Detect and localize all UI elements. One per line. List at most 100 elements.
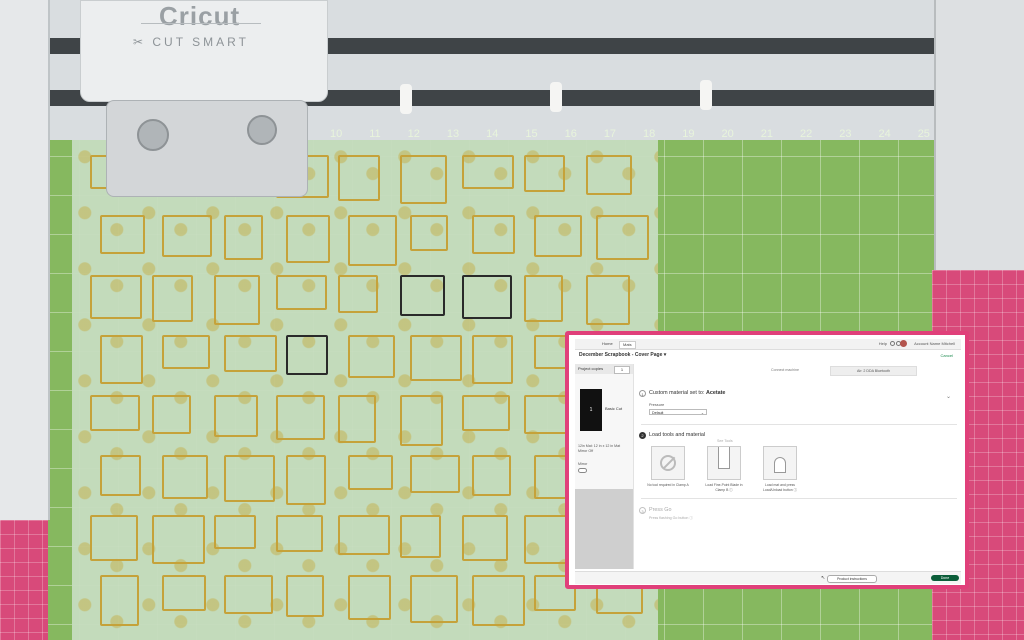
- pressure-label: Pressure: [649, 403, 665, 407]
- gift-print: [286, 575, 324, 617]
- chevron-down-icon[interactable]: ⌄: [946, 393, 951, 400]
- help-link[interactable]: Help: [879, 341, 887, 346]
- gift-print: [214, 275, 260, 325]
- pink-grid-background: [0, 520, 48, 640]
- gift-print: [534, 215, 582, 257]
- load-mat-card: [763, 446, 797, 480]
- done-button[interactable]: Done: [931, 575, 959, 581]
- gift-print: [214, 395, 258, 437]
- gift-print: [162, 575, 206, 611]
- gift-print: [348, 455, 393, 490]
- machine-right-housing: [934, 0, 1024, 270]
- mat-clip: [400, 84, 412, 114]
- gift-print: [472, 335, 513, 384]
- connected-machine-select[interactable]: Air: 2 DDA Bluetooth: [830, 366, 917, 376]
- gift-print: [162, 455, 208, 499]
- mirror-label: Mirror: [578, 462, 588, 466]
- gift-print: [90, 515, 138, 561]
- gift-print: [100, 335, 143, 384]
- brand-logo: Cricut: [159, 1, 241, 31]
- carriage-cover: Cricut ✂ CUT SMART: [80, 0, 328, 102]
- avatar[interactable]: [900, 340, 907, 347]
- gift-print: [224, 335, 277, 372]
- gift-print: [400, 515, 441, 558]
- project-title-dropdown[interactable]: December Scrapbook - Cover Page ▾: [579, 352, 666, 358]
- gift-print: [348, 215, 397, 266]
- gift-print: [224, 215, 263, 260]
- divider: [641, 498, 957, 499]
- step-3-number: 3: [639, 507, 646, 514]
- gift-print: [400, 395, 443, 446]
- gift-print: [162, 335, 210, 369]
- mat-preview-panel: Project copies 1 1 Basic Cut 12in Mat: 1…: [575, 364, 634, 569]
- gift-print: [224, 455, 275, 502]
- gift-print: [90, 395, 140, 431]
- step-2-number: 2: [639, 432, 646, 439]
- machine-carriage: Cricut ✂ CUT SMART: [80, 0, 328, 200]
- clamp-b-caption: Load Fine-Point Blade in Clamp B ⓘ: [705, 483, 743, 492]
- gift-print: [100, 455, 141, 496]
- gift-print: [410, 575, 458, 623]
- clamp-a-card: [651, 446, 685, 480]
- mat-ruler-number: 23: [839, 128, 852, 140]
- gift-print: [152, 515, 205, 564]
- tab-mats[interactable]: Mats: [619, 341, 636, 349]
- brand-rule: [141, 23, 261, 24]
- make-steps-panel: Connect machine Air: 2 DDA Bluetooth 1 C…: [635, 364, 961, 569]
- see-tools-link[interactable]: See Tools: [717, 439, 733, 443]
- mat-ruler-number: 24: [878, 128, 891, 140]
- product-instructions-button[interactable]: Product instructions: [827, 575, 877, 583]
- clamp-b-card: [707, 446, 741, 480]
- mat-ruler-number: 19: [682, 128, 695, 140]
- gift-print: [100, 575, 139, 626]
- gift-print: [348, 575, 391, 620]
- mat-number: 1: [589, 407, 593, 413]
- clamp-a-knob: [137, 119, 169, 151]
- gift-print: [586, 155, 632, 195]
- mat-label: Basic Cut: [605, 406, 623, 411]
- blade-housing-icon: [718, 447, 730, 469]
- project-copies-input[interactable]: 1: [614, 366, 630, 374]
- gift-print: [276, 275, 327, 310]
- mirror-toggle[interactable]: [578, 468, 587, 473]
- mat-ruler-number: 21: [760, 128, 773, 140]
- gift-print: [586, 275, 630, 325]
- gift-print: [286, 455, 326, 505]
- gift-print: [338, 515, 390, 555]
- mat-size-text: 12in Mat: 12 in x 12 in Mat Mirror Off: [578, 444, 621, 453]
- mat-thumbnail[interactable]: 1: [580, 389, 602, 431]
- cancel-button[interactable]: Cancel: [941, 353, 953, 358]
- carriage-clamps: [106, 100, 308, 197]
- gift-print: [338, 395, 376, 443]
- clamp-b-knob: [247, 115, 277, 145]
- footer-bar: ↖ Product instructions Done: [575, 571, 961, 584]
- gift-print: [400, 275, 445, 316]
- clamp-a-caption: No tool required in Clamp A: [647, 483, 689, 487]
- gift-print: [348, 335, 395, 378]
- gift-print: [152, 275, 193, 322]
- gift-print: [410, 455, 460, 493]
- pressure-select[interactable]: Default ⌄: [649, 409, 707, 415]
- gift-print: [214, 515, 256, 549]
- mat-clip: [550, 82, 562, 112]
- load-mat-caption: Load mat and press Load/Unload button ⓘ: [763, 483, 797, 492]
- gift-print: [410, 335, 462, 381]
- machine-connection-bar: Connect machine Air: 2 DDA Bluetooth: [745, 366, 917, 376]
- brand-tagline: ✂ CUT SMART: [133, 35, 249, 49]
- connect-machine-label[interactable]: Connect machine: [745, 366, 825, 374]
- gift-print: [338, 275, 378, 313]
- design-space-window-frame: Home Mats Help Account Name Mitchell Dec…: [565, 331, 969, 589]
- pressure-value: Default: [652, 411, 664, 415]
- info-icon[interactable]: [890, 341, 895, 346]
- material-name[interactable]: Acetate: [706, 390, 725, 396]
- mat-ruler-number: 25: [917, 128, 930, 140]
- step-3-title: Press Go: [649, 507, 672, 513]
- gift-print: [90, 275, 142, 319]
- gift-print: [462, 515, 508, 561]
- step-1-title: Custom material set to: Acetate: [649, 390, 725, 396]
- gift-print: [472, 575, 525, 626]
- user-name[interactable]: Account Name Mitchell: [914, 341, 955, 346]
- no-tool-icon: [660, 455, 676, 471]
- tab-home[interactable]: Home: [599, 341, 616, 347]
- gift-print: [286, 215, 330, 263]
